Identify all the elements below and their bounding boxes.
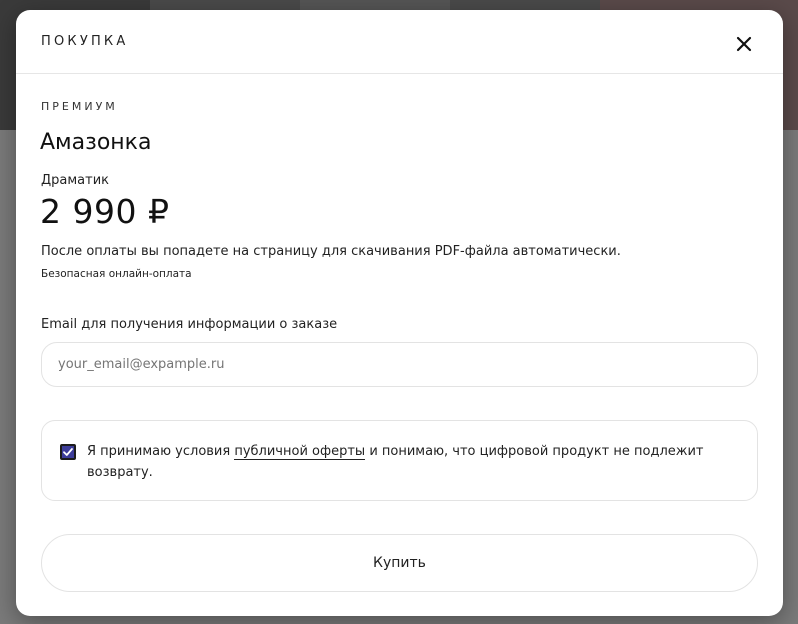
secure-payment-note: Безопасная онлайн-оплата xyxy=(41,268,192,280)
download-info: После оплаты вы попадете на страницу для… xyxy=(41,244,621,259)
close-button[interactable] xyxy=(735,35,753,53)
public-offer-link[interactable]: публичной оферты xyxy=(234,444,366,460)
email-label: Email для получения информации о заказе xyxy=(41,317,338,332)
checkmark-icon xyxy=(63,448,73,456)
product-price: 2 990 ₽ xyxy=(40,192,170,231)
purchase-modal: ПОКУПКА ПРЕМИУМ Амазонка Драматик 2 990 … xyxy=(16,10,783,616)
product-subtitle: Драматик xyxy=(41,173,110,188)
modal-header: ПОКУПКА xyxy=(16,10,783,74)
consent-text: Я принимаю условия публичной оферты и по… xyxy=(87,441,727,483)
modal-title: ПОКУПКА xyxy=(41,34,129,49)
consent-checkbox[interactable] xyxy=(60,444,76,460)
email-input[interactable] xyxy=(41,342,758,387)
consent-text-before: Я принимаю условия xyxy=(87,444,235,459)
consent-box: Я принимаю условия публичной оферты и по… xyxy=(41,420,758,501)
product-title: Амазонка xyxy=(40,130,152,155)
close-icon xyxy=(736,36,752,52)
product-tier: ПРЕМИУМ xyxy=(41,100,118,113)
buy-button[interactable]: Купить xyxy=(41,534,758,592)
